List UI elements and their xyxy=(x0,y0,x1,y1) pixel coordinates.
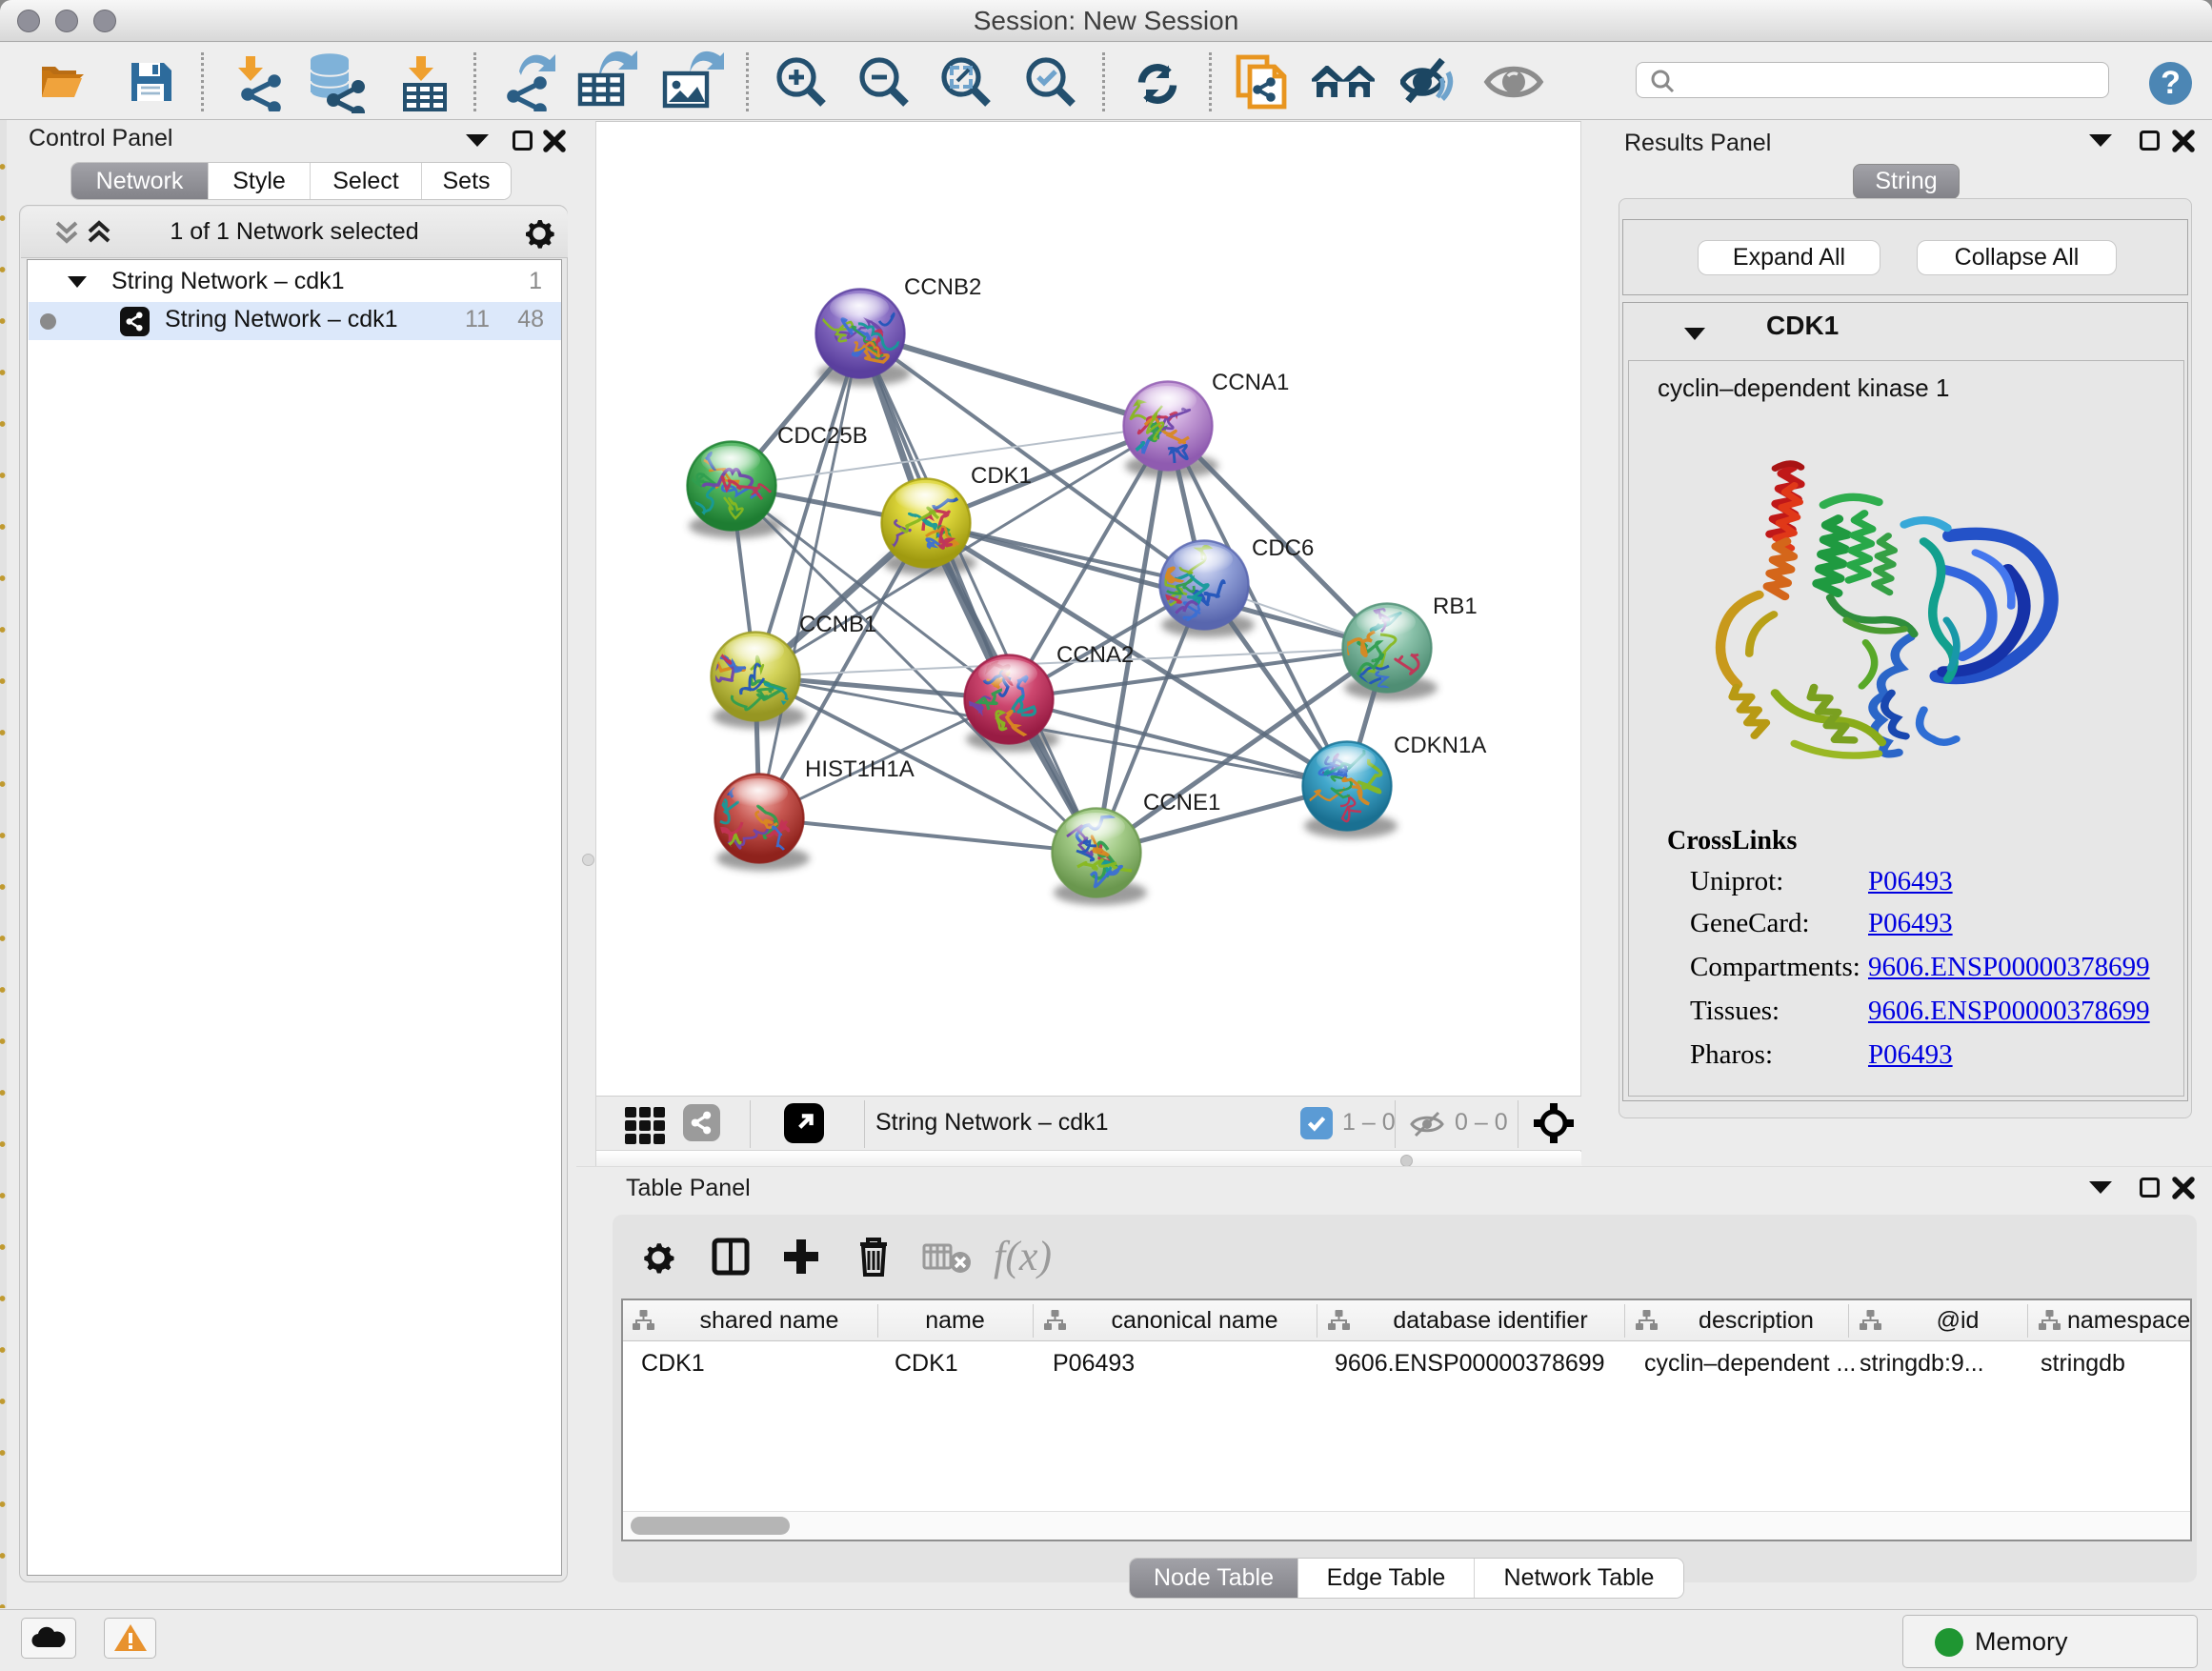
svg-text:CCNE1: CCNE1 xyxy=(1143,790,1220,815)
svg-text:CCNA2: CCNA2 xyxy=(1056,642,1134,668)
svg-text:RB1: RB1 xyxy=(1433,594,1478,619)
svg-text:CCNA1: CCNA1 xyxy=(1212,370,1289,395)
svg-text:HIST1H1A: HIST1H1A xyxy=(805,756,915,782)
svg-text:CDK1: CDK1 xyxy=(971,463,1032,489)
svg-text:CCNB1: CCNB1 xyxy=(799,612,876,637)
svg-text:CCNB2: CCNB2 xyxy=(904,274,981,300)
svg-text:CDC6: CDC6 xyxy=(1252,535,1314,561)
svg-text:CDC25B: CDC25B xyxy=(777,423,868,449)
svg-text:CDKN1A: CDKN1A xyxy=(1394,733,1486,758)
